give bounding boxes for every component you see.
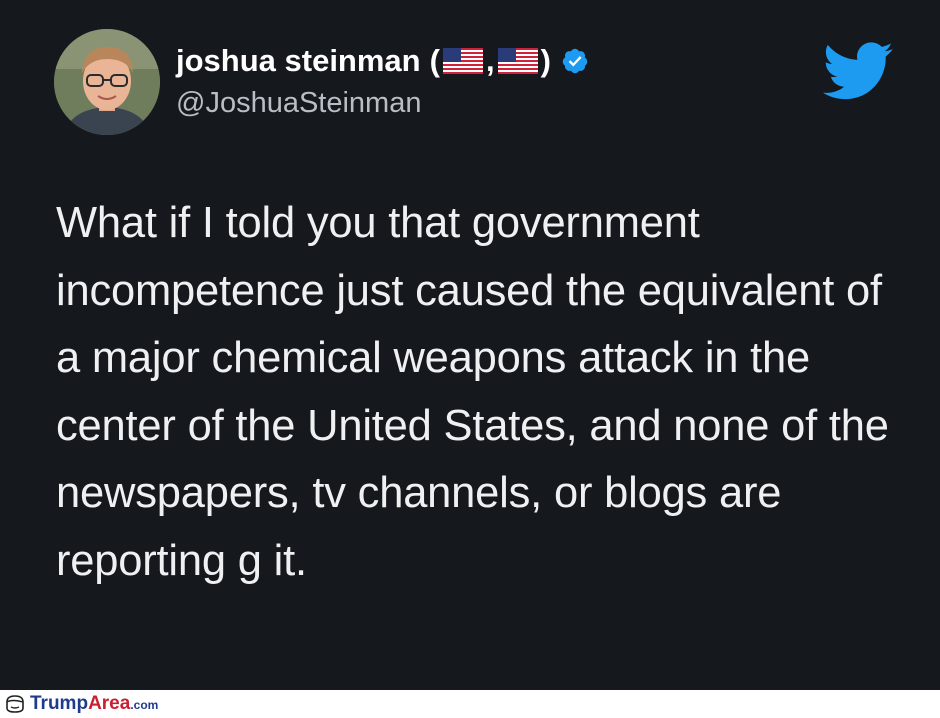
us-flag-icon — [442, 48, 483, 74]
verified-badge-icon — [561, 47, 589, 75]
watermark: TrumpArea.com — [0, 690, 940, 718]
twitter-bird-icon — [820, 40, 894, 100]
name-open-paren: ( — [429, 43, 440, 78]
name-separator: , — [485, 43, 495, 78]
trumparea-logo-icon — [4, 694, 26, 714]
author-name-row[interactable]: joshua steinman ( ,) — [176, 39, 589, 83]
name-close-paren: ) — [540, 43, 551, 78]
tweet-text: What if I told you that government incom… — [56, 199, 889, 585]
us-flag-icon — [497, 48, 538, 74]
watermark-brand-trump: Trump — [30, 693, 89, 714]
author-handle[interactable]: @JoshuaSteinman — [176, 83, 421, 123]
tweet-card: joshua steinman ( ,) @JoshuaSteinman Wh… — [0, 0, 940, 690]
watermark-text: TrumpArea.com — [30, 693, 158, 716]
watermark-brand-suffix: .com — [130, 698, 159, 712]
author-name[interactable]: joshua steinman — [176, 39, 421, 83]
watermark-brand-area: Area — [88, 693, 131, 714]
avatar[interactable] — [54, 29, 160, 135]
